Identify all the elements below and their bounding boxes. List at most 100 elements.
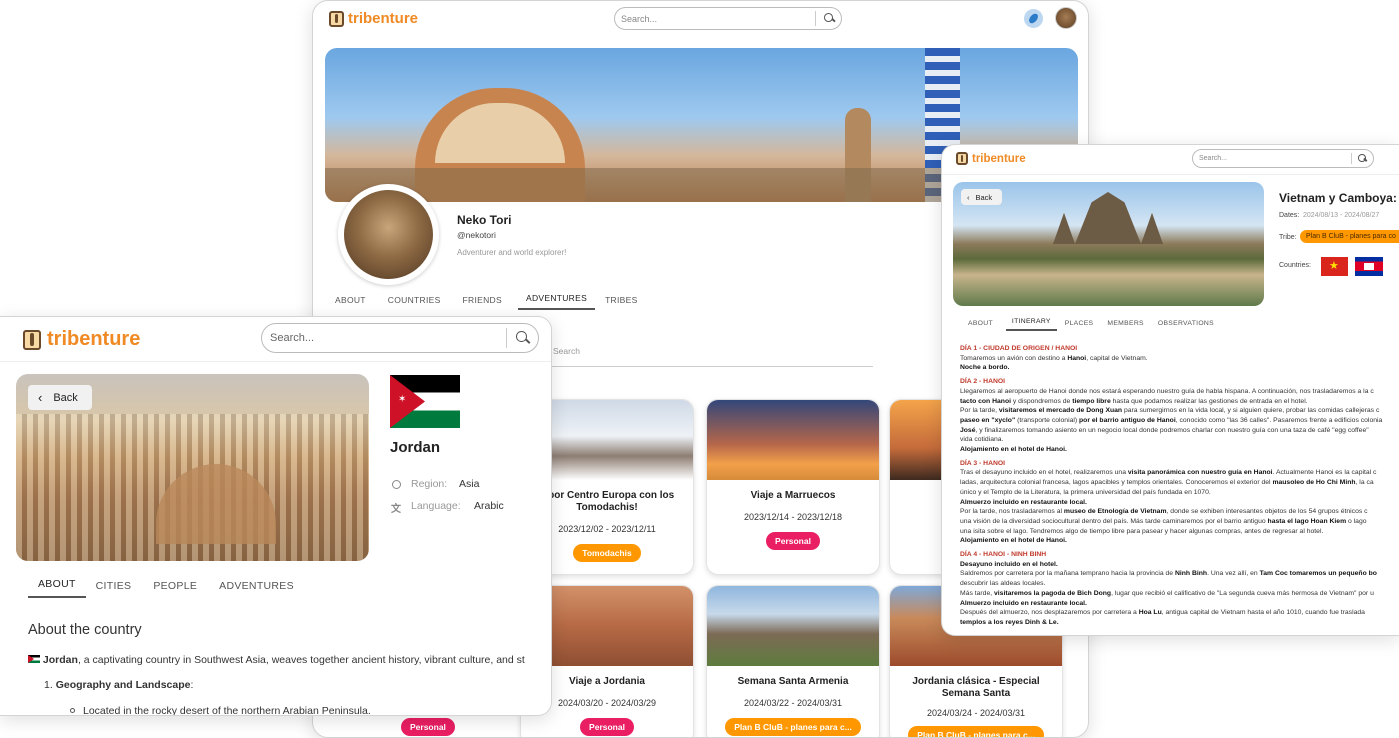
card-tag: Tomodachis: [573, 544, 641, 562]
itinerary-line: ladas, arquitectura colonial francesa, l…: [960, 479, 1374, 487]
itinerary-line: Después del almuerzo, nos desplazaremos …: [960, 609, 1365, 617]
itinerary-day-title: DÍA 2 - HANOI: [960, 378, 1006, 386]
itinerary-content: DÍA 1 - CIUDAD DE ORIGEN / HANOI Tomaremo…: [960, 344, 1399, 635]
countries-label: Countries:: [1279, 262, 1311, 269]
profile-bio: Adventurer and world explorer!: [457, 248, 567, 257]
brand-logo[interactable]: tribenture: [956, 152, 1026, 165]
itinerary-line: Más tarde, visitaremos la pagoda de Bich…: [960, 589, 1374, 597]
trip-tabs: ABOUT ITINERARY PLACES MEMBERS OBSERVATI…: [968, 318, 1214, 331]
profile-tabs: ABOUT COUNTRIES FRIENDS ADVENTURES TRIBE…: [335, 291, 638, 310]
trip-window: tribenture Search... ‹ Back Vietnam y Ca…: [941, 144, 1399, 636]
search-icon[interactable]: [516, 331, 530, 345]
back-button[interactable]: ‹ Back: [961, 189, 1002, 205]
back-label: Back: [975, 192, 993, 202]
country-window: tribenture Search... ‹ Back ✶ Jordan Reg…: [0, 316, 552, 716]
tab-friends[interactable]: FRIENDS: [463, 293, 502, 310]
tab-countries[interactable]: COUNTRIES: [388, 293, 441, 310]
brand-name: tribenture: [47, 328, 141, 350]
itinerary-line: vida cotidiana.: [960, 436, 1004, 444]
itinerary-line: Por la tarde, nos trasladaremos al museo…: [960, 508, 1368, 516]
jordan-flag-icon: ✶: [390, 375, 460, 428]
card-tag: Plan B CluB - planes para c...: [725, 718, 861, 736]
chevron-left-icon: ‹: [38, 390, 43, 405]
brand-name: tribenture: [972, 152, 1026, 165]
intro-text: , a captivating country in Southwest Asi…: [77, 654, 525, 666]
itinerary-line: Almuerzo incluido en restaurante local.: [960, 498, 1087, 506]
profile-name: Neko Tori: [457, 213, 512, 227]
tab-people[interactable]: PEOPLE: [153, 580, 197, 598]
itinerary-line: Saldremos por carretera por la mañana te…: [960, 570, 1377, 578]
tab-adventures[interactable]: ADVENTURES: [219, 580, 294, 598]
dates-label: Dates:: [1279, 212, 1300, 219]
backpack-logo-icon: [956, 152, 968, 165]
region-label: Region:: [411, 478, 448, 490]
profile-avatar: [338, 184, 439, 285]
itinerary-line: tacto con Hanoi y dispondremos de tiempo…: [960, 397, 1308, 405]
country-name: Jordan: [390, 439, 441, 456]
translate-icon: 文: [391, 504, 401, 515]
list-item: 1. Geography and Landscape:: [44, 679, 193, 691]
itinerary-line: templos a los reyes Dinh & Le.: [960, 618, 1059, 626]
header-divider: [942, 174, 1399, 175]
sub-list-item: Located in the rocky desert of the north…: [70, 705, 371, 716]
backpack-logo-icon: [329, 10, 344, 27]
tab-tribes[interactable]: TRIBES: [605, 293, 638, 310]
tab-cities[interactable]: CITIES: [96, 580, 132, 598]
search-bar[interactable]: Search...: [261, 323, 539, 353]
adventures-search-underline: [549, 366, 873, 367]
tab-about[interactable]: ABOUT: [335, 293, 366, 310]
card-title: Jordania clásica - Especial Semana Santa: [912, 676, 1040, 699]
search-input[interactable]: Search...: [1199, 155, 1351, 162]
search-input[interactable]: Search...: [621, 14, 815, 24]
search-bar[interactable]: Search...: [1192, 149, 1374, 168]
itinerary-line: Tras el desayuno incluido en el hotel, r…: [960, 469, 1377, 477]
adventures-search-input[interactable]: Search: [553, 346, 580, 356]
search-icon[interactable]: [824, 13, 835, 24]
search-divider: [506, 328, 507, 348]
sub-item-text: Located in the rocky desert of the north…: [83, 705, 371, 716]
bullet-icon: [70, 708, 75, 713]
itinerary-line: único y el Templo de la Literatura, la p…: [960, 488, 1211, 496]
tribe-badge[interactable]: Plan B CluB - planes para co: [1300, 230, 1399, 243]
brand-logo[interactable]: tribenture: [329, 10, 418, 27]
brand-logo[interactable]: tribenture: [23, 328, 140, 351]
search-divider: [1351, 152, 1352, 165]
list-item-suffix: :: [190, 679, 194, 691]
card-tag: Personal: [580, 718, 634, 736]
card-dates: 2024/03/24 - 2024/03/31: [926, 708, 1026, 718]
intro-paragraph: Jordan, a captivating country in Southwe…: [28, 654, 525, 666]
tab-adventures[interactable]: ADVENTURES: [517, 291, 596, 310]
adventure-card[interactable]: Semana Santa Armenia 2024/03/22 - 2024/0…: [706, 585, 880, 737]
tab-about[interactable]: ABOUT: [28, 578, 86, 598]
tab-observations[interactable]: OBSERVATIONS: [1158, 320, 1214, 331]
explore-compass-icon[interactable]: [1024, 9, 1043, 28]
itinerary-line: Desayuno incluido en el hotel.: [960, 560, 1058, 568]
trip-title: Vietnam y Camboya:: [1279, 191, 1397, 205]
jordan-flag-icon: [28, 655, 40, 663]
tab-places[interactable]: PLACES: [1065, 320, 1094, 331]
card-title: Viaje a Marruecos: [750, 490, 836, 501]
globe-icon: [392, 480, 401, 489]
vietnam-flag-icon: ★: [1321, 257, 1348, 276]
backpack-logo-icon: [23, 329, 41, 350]
adventure-card[interactable]: Viaje a Marruecos 2023/12/14 - 2023/12/1…: [706, 399, 880, 575]
cambodia-flag-icon: [1355, 257, 1383, 276]
search-divider: [815, 11, 816, 26]
list-number: 1.: [44, 679, 53, 691]
search-bar[interactable]: Search...: [614, 7, 842, 30]
tab-members[interactable]: MEMBERS: [1107, 320, 1143, 331]
back-button[interactable]: ‹ Back: [28, 385, 92, 410]
language-label: Language:: [411, 500, 461, 512]
tab-itinerary[interactable]: ITINERARY: [1005, 318, 1057, 331]
itinerary-day-title: DÍA 1 - CIUDAD DE ORIGEN / HANOI: [960, 345, 1078, 352]
card-tag: Plan B CluB - planes para c...: [908, 726, 1044, 737]
tab-about[interactable]: ABOUT: [968, 320, 993, 331]
card-dates: 2023/12/14 - 2023/12/18: [743, 512, 843, 522]
itinerary-line: Alojamiento en el hotel de Hanoi.: [960, 537, 1067, 545]
back-label: Back: [53, 391, 78, 404]
itinerary-line: Noche a bordo.: [960, 364, 1010, 372]
user-avatar[interactable]: [1055, 7, 1077, 29]
itinerary-day-title: DÍA 4 - HANOI - NINH BINH: [960, 551, 1047, 559]
search-input[interactable]: Search...: [270, 332, 506, 344]
search-icon[interactable]: [1358, 154, 1367, 163]
